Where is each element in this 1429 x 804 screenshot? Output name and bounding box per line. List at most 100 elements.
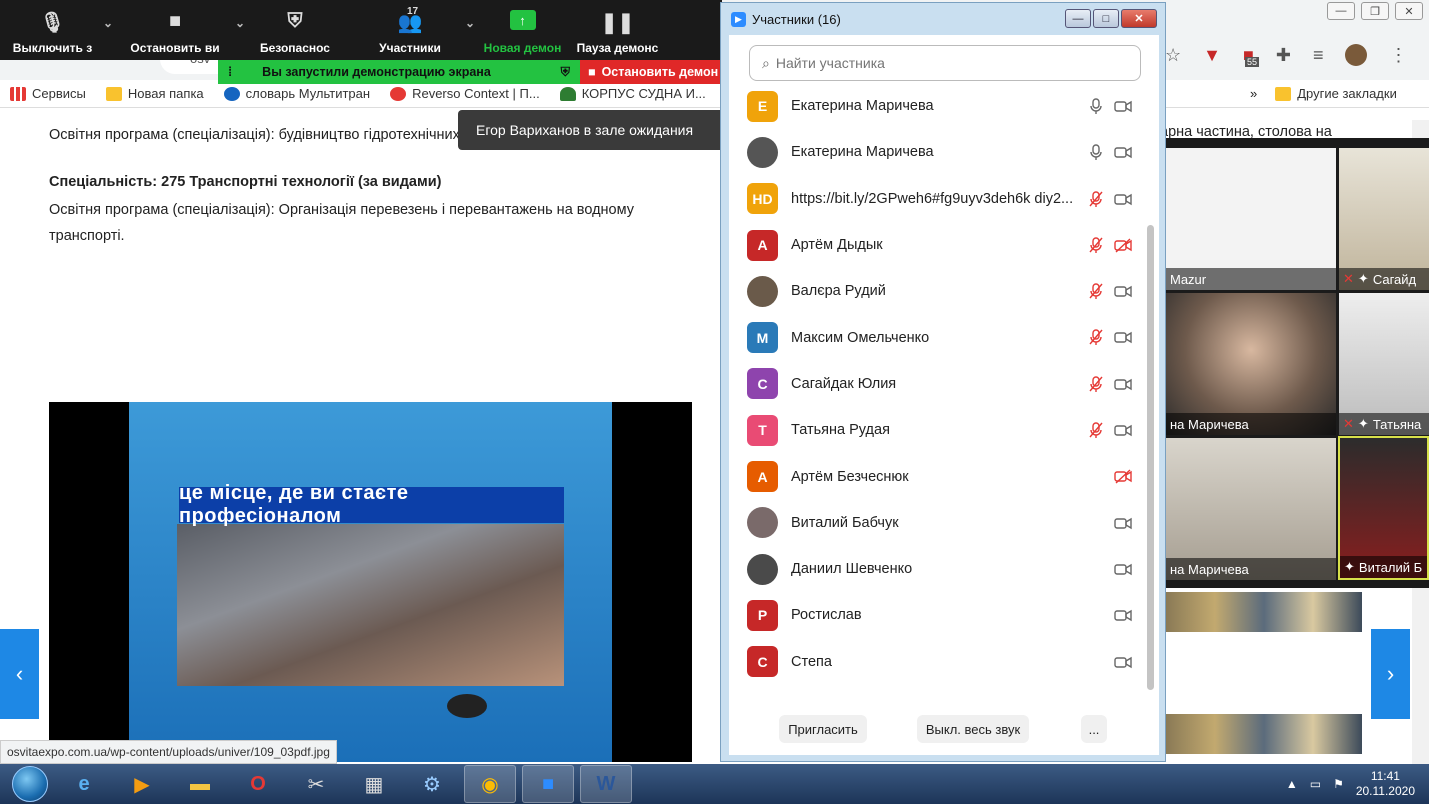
snipping-tool-icon[interactable]: ✂ <box>290 765 342 803</box>
network-icon[interactable]: ▭ <box>1310 777 1321 791</box>
stop-share-button[interactable]: ■ Остановить демон <box>580 60 722 84</box>
calculator-icon[interactable]: ▦ <box>348 765 400 803</box>
bookmark-multitran[interactable]: словарь Мультитран <box>214 86 380 101</box>
microphone-muted-icon[interactable] <box>1087 282 1105 300</box>
video-camera-icon[interactable] <box>1113 421 1132 439</box>
participant-row[interactable]: Е Екатерина Маричева <box>729 83 1145 129</box>
video-camera-icon[interactable] <box>1113 282 1132 300</box>
participant-row[interactable]: А Артём Дыдык <box>729 222 1145 268</box>
bookmark-label: словарь Мультитран <box>245 86 371 101</box>
participant-row[interactable]: Виталий Бабчук <box>729 500 1145 546</box>
video-tile[interactable]: на Маричева <box>1166 293 1336 435</box>
microphone-icon[interactable] <box>1087 143 1105 161</box>
bookmarks-more[interactable]: » <box>1250 86 1257 101</box>
start-button[interactable] <box>12 766 48 802</box>
participant-row[interactable]: Валєра Рудий <box>729 268 1145 314</box>
video-camera-off-icon[interactable] <box>1113 467 1132 485</box>
participants-button[interactable]: 👥 17 ⌄ Участники <box>345 0 475 60</box>
microphone-icon[interactable] <box>1087 97 1105 115</box>
participant-row[interactable]: Даниил Шевченко <box>729 546 1145 592</box>
chevron-down-icon[interactable]: ⌄ <box>465 16 475 30</box>
menu-icon[interactable]: ⋮ <box>1389 45 1407 66</box>
video-camera-icon[interactable] <box>1113 375 1132 393</box>
zoom-app-icon[interactable]: ■ <box>522 765 574 803</box>
star-icon[interactable]: ☆ <box>1165 45 1181 66</box>
video-tile[interactable]: ✕ ✦ Сагайд <box>1339 148 1429 290</box>
pin-icon[interactable]: ▼ <box>1203 45 1221 66</box>
playlist-icon[interactable]: ≡ <box>1313 45 1324 66</box>
video-camera-icon[interactable] <box>1113 653 1132 671</box>
participant-row[interactable]: М Максим Омельченко <box>729 314 1145 360</box>
participant-row[interactable]: HD https://bit.ly/2GPweh6#fg9uyv3deh6k di… <box>729 176 1145 222</box>
video-tile[interactable]: ✕ ✦ Татьяна <box>1339 293 1429 435</box>
mute-all-button[interactable]: Выкл. весь звук <box>917 715 1029 743</box>
microphone-muted-icon[interactable] <box>1087 190 1105 208</box>
folder-icon <box>105 86 122 101</box>
prev-arrow-button[interactable]: ‹ <box>0 629 39 719</box>
participant-row[interactable]: С Степа <box>729 639 1145 685</box>
clock[interactable]: 11:41 20.11.2020 <box>1356 769 1415 799</box>
scrollbar-thumb[interactable] <box>1147 225 1154 690</box>
participants-scrollbar[interactable] <box>1147 85 1155 700</box>
explorer-folder-icon[interactable]: ▬ <box>174 765 226 803</box>
extension-badge-icon[interactable]: ■ 55 <box>1243 45 1259 67</box>
bookmark-apps[interactable]: Сервисы <box>0 86 96 101</box>
participant-row[interactable]: С Сагайдак Юлия <box>729 361 1145 407</box>
bookmark-folder[interactable]: Новая папка <box>96 86 214 101</box>
new-share-button[interactable]: ↑ Новая демон <box>475 0 570 60</box>
avatar[interactable] <box>1345 44 1368 66</box>
stop-video-button[interactable]: ■ ⌄ Остановить ви <box>105 0 245 60</box>
video-camera-off-icon[interactable] <box>1113 236 1132 254</box>
microphone-muted-icon[interactable] <box>1087 375 1105 393</box>
control-panel-icon[interactable]: ⚙ <box>406 765 458 803</box>
promo-video[interactable]: це місце, де ви стаєте професіоналом <box>49 402 692 762</box>
bookmarks-bar: Сервисы Новая папка словарь Мультитран R… <box>0 80 1429 108</box>
video-camera-icon[interactable] <box>1113 97 1132 115</box>
microphone-muted-icon[interactable] <box>1087 236 1105 254</box>
participant-row[interactable]: А Артём Безчеснюк <box>729 453 1145 499</box>
flag-icon[interactable]: ⚑ <box>1333 777 1344 791</box>
video-camera-icon[interactable] <box>1113 560 1132 578</box>
bookmark-reverso[interactable]: Reverso Context | П... <box>380 86 550 101</box>
mute-button[interactable]: 🎙 ⌄ Выключить з <box>0 0 113 60</box>
other-bookmarks[interactable]: Другие закладки <box>1275 86 1397 101</box>
video-tile-active[interactable]: ✦ Виталий Б <box>1338 436 1429 580</box>
tray-expand-icon[interactable]: ▲ <box>1286 777 1298 791</box>
media-player-icon[interactable]: ▶ <box>116 765 168 803</box>
opera-icon[interactable]: O <box>232 765 284 803</box>
video-camera-icon[interactable] <box>1113 514 1132 532</box>
security-button[interactable]: ⛨ Безопаснос <box>245 0 345 60</box>
chevron-down-icon[interactable]: ⌄ <box>235 16 245 30</box>
waiting-room-notice[interactable]: Егор Вариханов в зале ожидания <box>458 110 720 150</box>
maximize-button[interactable]: □ <box>1093 9 1119 28</box>
pause-share-button[interactable]: ❚❚ Пауза демонс <box>570 0 665 60</box>
minimize-button[interactable]: — <box>1065 9 1091 28</box>
drag-handle-icon[interactable]: ⁞ <box>228 65 232 79</box>
video-camera-icon: ■ <box>168 10 182 32</box>
puzzle-icon[interactable]: ✚ <box>1276 45 1291 66</box>
microphone-muted-icon[interactable] <box>1087 328 1105 346</box>
participant-search[interactable]: ⌕ <box>749 45 1141 81</box>
video-camera-icon[interactable] <box>1113 190 1132 208</box>
restore-button[interactable]: ❐ <box>1361 2 1389 20</box>
search-input[interactable] <box>775 55 1116 71</box>
participant-row[interactable]: Р Ростислав <box>729 592 1145 638</box>
more-options-button[interactable]: ... <box>1081 715 1107 743</box>
close-button[interactable]: ✕ <box>1395 2 1423 20</box>
video-camera-icon[interactable] <box>1113 143 1132 161</box>
participant-row[interactable]: Екатерина Маричева <box>729 129 1145 175</box>
next-arrow-button[interactable]: › <box>1371 629 1410 719</box>
microphone-muted-icon[interactable] <box>1087 421 1105 439</box>
video-camera-icon[interactable] <box>1113 328 1132 346</box>
video-tile[interactable]: Mazur <box>1166 148 1336 290</box>
bookmark-korpus[interactable]: КОРПУС СУДНА И... <box>550 86 716 101</box>
invite-button[interactable]: Пригласить <box>779 715 867 743</box>
minimize-button[interactable]: — <box>1327 2 1355 20</box>
close-button[interactable]: ✕ <box>1121 9 1157 28</box>
ie-icon[interactable]: e <box>58 765 110 803</box>
chrome-icon[interactable]: ◉ <box>464 765 516 803</box>
video-tile[interactable]: на Маричева <box>1166 438 1336 580</box>
participant-row[interactable]: Т Татьяна Рудая <box>729 407 1145 453</box>
video-camera-icon[interactable] <box>1113 606 1132 624</box>
word-icon[interactable]: W <box>580 765 632 803</box>
